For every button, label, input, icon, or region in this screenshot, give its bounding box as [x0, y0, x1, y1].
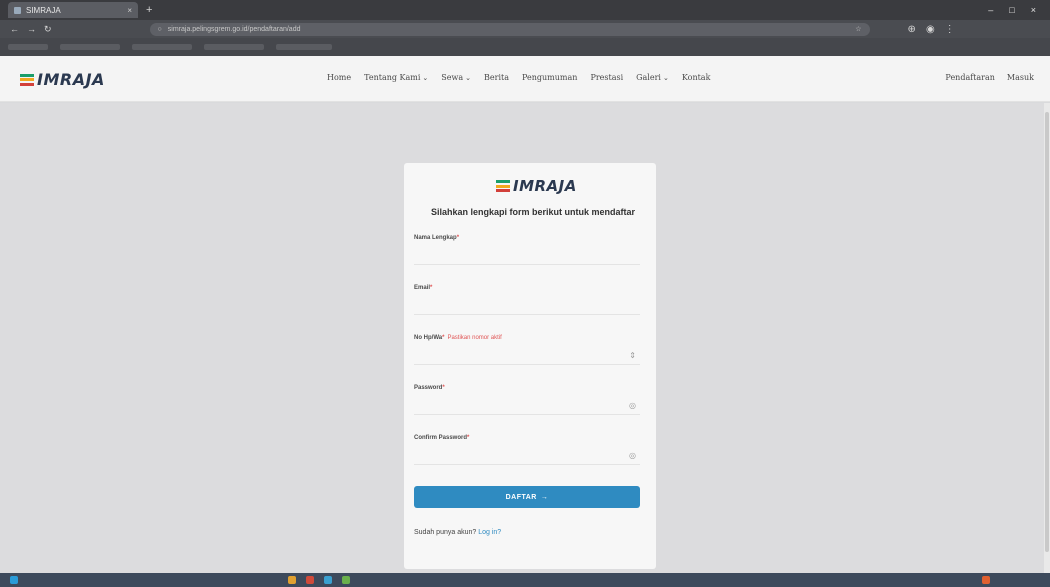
reload-icon[interactable]: ↻	[44, 24, 52, 35]
confirm-password-label: Confirm Password*	[414, 435, 470, 441]
email-input[interactable]	[414, 297, 640, 315]
menu-item-kontak[interactable]: Kontak	[682, 73, 711, 82]
phone-label: No Hp/Wa* Pastikan nomor aktif	[414, 335, 502, 341]
new-tab-button[interactable]: +	[146, 4, 152, 16]
number-stepper-icon[interactable]: ⇕	[629, 351, 636, 360]
bookmarks-bar	[0, 38, 1050, 56]
start-icon[interactable]	[10, 576, 18, 584]
close-window-icon[interactable]: ×	[1031, 5, 1036, 15]
auth-links: Pendaftaran Masuk	[945, 73, 1034, 82]
tab-close-icon[interactable]: ×	[127, 6, 132, 15]
chevron-down-icon: ⌄	[662, 74, 669, 82]
menu-dots-icon[interactable]: ⋮	[945, 24, 955, 35]
daftar-button[interactable]: DAFTAR →	[414, 486, 640, 508]
extensions: ⊕ ◉ ⋮	[908, 24, 955, 35]
profile-icon[interactable]: ◉	[926, 24, 935, 35]
bookmark-item[interactable]	[276, 44, 332, 50]
login-prompt: Sudah punya akun? Log in?	[414, 529, 502, 536]
phone-input[interactable]: ⇕	[414, 347, 640, 365]
tab-favicon-icon	[14, 6, 21, 14]
url-text: simraja.pelingsgrem.go.id/pendaftaran/ad…	[167, 25, 301, 33]
password-label: Password*	[414, 385, 445, 391]
browser-tab[interactable]: SIMRAJA ×	[8, 2, 138, 18]
menu-item-tentang-kami[interactable]: Tentang Kami ⌄	[364, 73, 428, 82]
menu-item-prestasi[interactable]: Prestasi	[590, 73, 623, 82]
menu-item-berita[interactable]: Berita	[484, 73, 509, 82]
register-link[interactable]: Pendaftaran	[945, 73, 995, 82]
menu-item-sewa[interactable]: Sewa ⌄	[441, 73, 471, 82]
logo-mark-icon	[496, 179, 510, 193]
chevron-down-icon: ⌄	[422, 74, 429, 82]
email-label: Email*	[414, 285, 433, 291]
browser-toolbar: ← → ↻ ○ simraja.pelingsgrem.go.id/pendaf…	[0, 20, 1050, 38]
taskbar-app-icon[interactable]	[288, 576, 296, 584]
bookmark-item[interactable]	[132, 44, 192, 50]
eye-icon[interactable]: ◎	[629, 401, 636, 410]
eye-icon[interactable]: ◎	[629, 451, 636, 460]
daftar-button-label: DAFTAR	[505, 493, 537, 501]
nama-input[interactable]	[414, 247, 640, 265]
menu-item-pengumuman[interactable]: Pengumuman	[522, 73, 577, 82]
minimize-icon[interactable]: –	[988, 5, 993, 15]
arrow-right-icon: →	[540, 493, 549, 501]
tab-title: SIMRAJA	[26, 5, 61, 15]
lock-icon: ○	[157, 25, 162, 33]
site-logo[interactable]: IMRAJA	[20, 70, 105, 89]
taskbar-tray-icon[interactable]	[982, 576, 990, 584]
site-logo-text: IMRAJA	[37, 70, 105, 89]
maximize-icon[interactable]: □	[1009, 5, 1014, 15]
window-controls: – □ ×	[988, 5, 1050, 15]
bookmark-star-icon[interactable]: ☆	[855, 25, 861, 33]
bookmark-item[interactable]	[8, 44, 48, 50]
menu-item-galeri[interactable]: Galeri ⌄	[636, 73, 669, 82]
forward-icon[interactable]: →	[27, 24, 36, 34]
taskbar-app-icon[interactable]	[324, 576, 332, 584]
back-icon[interactable]: ←	[10, 24, 19, 34]
page-background: IMRAJA Silahkan lengkapi form berikut un…	[0, 103, 1050, 573]
bookmark-item[interactable]	[60, 44, 120, 50]
login-link-form[interactable]: Log in?	[478, 529, 501, 536]
scrollbar-thumb[interactable]	[1045, 112, 1049, 552]
extension-icon[interactable]: ⊕	[908, 24, 916, 35]
form-subtitle: Silahkan lengkapi form berikut untuk men…	[430, 207, 636, 217]
taskbar-app-icon[interactable]	[342, 576, 350, 584]
browser-tabbar: SIMRAJA × + – □ ×	[0, 0, 1050, 20]
confirm-password-input[interactable]: ◎	[414, 447, 640, 465]
taskbar-app-icon[interactable]	[306, 576, 314, 584]
site-navbar: IMRAJA Home Tentang Kami ⌄ Sewa ⌄ Berita P…	[0, 56, 1050, 102]
chevron-down-icon: ⌄	[465, 74, 472, 82]
menu-item-home[interactable]: Home	[327, 73, 351, 82]
login-link[interactable]: Masuk	[1007, 73, 1034, 82]
form-logo-text: IMRAJA	[513, 177, 577, 195]
registration-card: IMRAJA Silahkan lengkapi form berikut un…	[404, 163, 656, 569]
main-menu: Home Tentang Kami ⌄ Sewa ⌄ Berita Pengumum…	[327, 73, 710, 82]
bookmark-item[interactable]	[204, 44, 264, 50]
logo-mark-icon	[20, 73, 34, 87]
os-taskbar	[0, 573, 1050, 587]
nama-label: Nama Lengkap*	[414, 235, 460, 241]
password-input[interactable]: ◎	[414, 397, 640, 415]
address-bar[interactable]: ○ simraja.pelingsgrem.go.id/pendaftaran/…	[149, 22, 870, 36]
form-logo: IMRAJA	[496, 177, 577, 195]
